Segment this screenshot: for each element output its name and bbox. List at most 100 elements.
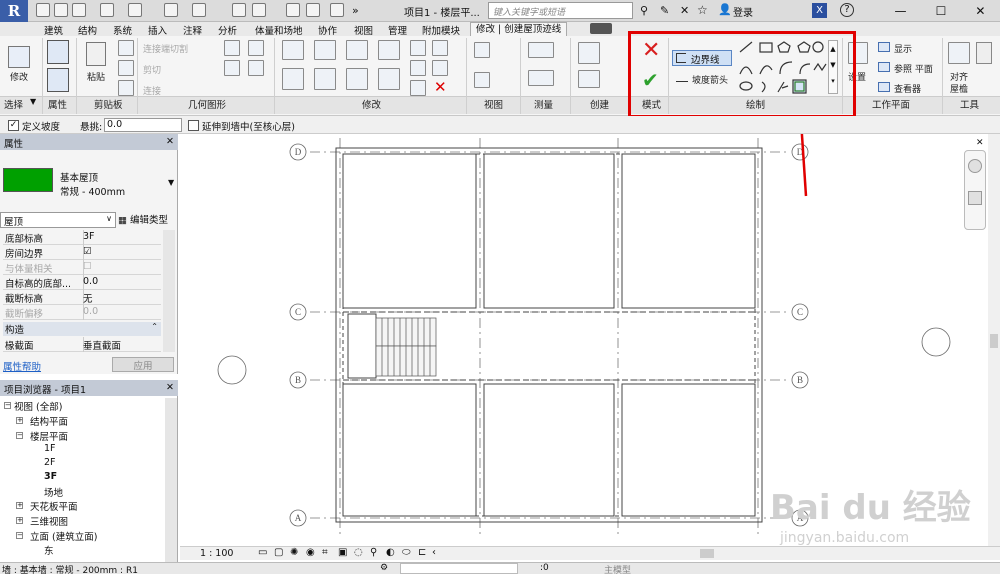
prop-row[interactable]: 截断标高无 <box>3 290 161 305</box>
overhang-input[interactable]: 0.0 <box>104 118 182 132</box>
mirror-draw-icon[interactable] <box>378 40 400 60</box>
tab-structure[interactable]: 结构 <box>78 23 97 37</box>
select-dropdown-icon[interactable]: ▼ <box>30 97 36 106</box>
close-view-icon[interactable]: ✕ <box>976 138 984 148</box>
join-geometry-button[interactable]: 连接 <box>143 84 161 97</box>
tab-insert[interactable]: 插入 <box>148 23 167 37</box>
save-icon[interactable] <box>54 3 68 17</box>
tab-analyze[interactable]: 分析 <box>218 23 237 37</box>
prop-row[interactable]: 椽截面 垂直截面 <box>3 337 161 352</box>
category-dropdown-icon[interactable]: ∨ <box>106 214 112 223</box>
tab-addins[interactable]: 附加模块 <box>422 23 460 37</box>
view-scale[interactable]: 1 : 100 <box>200 548 233 559</box>
3d-view-qa-icon[interactable] <box>252 3 266 17</box>
tree-elevations[interactable]: 立面 (建筑立面) <box>30 529 97 543</box>
properties-icon[interactable] <box>47 68 69 92</box>
reveal-hidden-icon[interactable]: ⚲ <box>370 547 377 558</box>
maximize-icon[interactable]: ☐ <box>936 4 947 18</box>
expand-toggle[interactable]: + <box>16 502 23 509</box>
modify-cursor-icon[interactable] <box>8 46 30 68</box>
collapse-icon[interactable]: ⌃ <box>151 322 158 331</box>
split-icon[interactable] <box>410 40 426 56</box>
dimension-icon[interactable] <box>528 70 554 86</box>
close-hidden-icon[interactable] <box>330 3 344 17</box>
align-tool-icon[interactable] <box>976 42 992 64</box>
unpin-icon[interactable] <box>432 60 448 76</box>
contextual-menu-icon[interactable] <box>590 23 612 34</box>
analytical-model-icon[interactable]: ◐ <box>386 547 395 558</box>
create-group-icon[interactable] <box>578 70 600 88</box>
constraints-icon[interactable]: ⊏ <box>418 547 426 558</box>
show-workplane-button[interactable]: 显示 <box>894 42 912 55</box>
define-slope-checkbox[interactable]: ✓ <box>8 120 19 131</box>
expand-toggle[interactable]: + <box>16 517 23 524</box>
ref-plane-button[interactable]: 参照 平面 <box>894 62 933 75</box>
pin-icon[interactable] <box>432 40 448 56</box>
tree-structural-plans[interactable]: 结构平面 <box>30 414 68 428</box>
worksets-icon[interactable]: ⚙ <box>380 563 388 573</box>
tab-annotate[interactable]: 注释 <box>183 23 202 37</box>
shadows-icon[interactable]: ◉ <box>306 547 315 558</box>
scroll-left-icon[interactable]: ‹ <box>432 547 436 558</box>
detail-level-icon[interactable]: ▭ <box>258 547 267 558</box>
canvas-vertical-scrollbar[interactable] <box>988 134 1000 546</box>
scale-icon[interactable] <box>410 80 426 96</box>
panel-select[interactable]: 选择 <box>4 97 23 111</box>
collapse-toggle[interactable]: − <box>16 432 23 439</box>
measure-qa-icon[interactable] <box>164 3 178 17</box>
type-properties-icon[interactable] <box>47 40 69 64</box>
cope-button[interactable]: 连接端切割 <box>143 42 188 55</box>
tree-floor-1f[interactable]: 1F <box>44 443 56 454</box>
hscroll-thumb[interactable] <box>700 549 714 558</box>
category-filter[interactable]: 屋顶 ∨ <box>0 212 116 228</box>
align-icon[interactable] <box>282 40 304 60</box>
tree-floor-plans[interactable]: 楼层平面 <box>30 429 68 443</box>
show-workplane-icon[interactable] <box>878 42 890 52</box>
demolish-icon[interactable] <box>248 40 264 56</box>
rotate-icon[interactable] <box>346 68 368 90</box>
prop-row[interactable]: 自标高的底部... 0.0 <box>3 275 161 290</box>
tab-modify-create-roof-footprint[interactable]: 修改 | 创建屋顶迹线 <box>470 22 568 36</box>
create-similar-icon[interactable] <box>578 42 600 64</box>
stair[interactable] <box>375 317 437 377</box>
tab-systems[interactable]: 系统 <box>113 23 132 37</box>
tree-site[interactable]: 场地 <box>44 485 63 499</box>
ref-plane-icon[interactable] <box>878 62 890 72</box>
offset-icon[interactable] <box>314 40 336 60</box>
prop-row[interactable]: 底部标高 3F <box>3 230 161 245</box>
help-icon[interactable]: ? <box>840 3 854 17</box>
browser-scrollbar[interactable] <box>165 398 177 562</box>
dimension-qa-icon[interactable] <box>192 3 206 17</box>
tab-massing-site[interactable]: 体量和场地 <box>255 23 303 37</box>
exchange-apps-icon[interactable]: X <box>812 3 827 18</box>
tab-view[interactable]: 视图 <box>354 23 373 37</box>
sync-icon[interactable] <box>72 3 86 17</box>
close-browser-icon[interactable]: ✕ <box>166 382 174 393</box>
paste-icon[interactable] <box>86 42 106 66</box>
communication-icon[interactable]: ✕ <box>680 4 689 17</box>
collapse-toggle[interactable]: − <box>16 532 23 539</box>
measure-icon[interactable] <box>528 42 554 58</box>
cut-icon[interactable] <box>118 40 134 56</box>
hide-view-icon[interactable] <box>474 42 490 58</box>
override-graphics-icon[interactable] <box>474 72 490 88</box>
array-icon[interactable] <box>410 60 426 76</box>
copy-icon[interactable] <box>118 60 134 76</box>
expand-toggle[interactable]: + <box>16 417 23 424</box>
tab-architecture[interactable]: 建筑 <box>44 23 63 37</box>
section-qa-icon[interactable] <box>286 3 300 17</box>
thin-lines-icon[interactable] <box>306 3 320 17</box>
paint-icon[interactable] <box>224 60 240 76</box>
highlight-displacement-icon[interactable]: ⬭ <box>402 547 411 558</box>
split-face-icon[interactable] <box>224 40 240 56</box>
cut-geometry-button[interactable]: 剪切 <box>143 63 161 76</box>
properties-scrollbar[interactable] <box>163 230 175 352</box>
delete-icon[interactable]: ✕ <box>434 80 447 95</box>
mirror-axis-icon[interactable] <box>346 40 368 60</box>
move-icon[interactable] <box>282 68 304 90</box>
copy-element-icon[interactable] <box>314 68 336 90</box>
scroll-thumb[interactable] <box>990 334 998 348</box>
undo-icon[interactable] <box>100 3 114 17</box>
collapse-toggle[interactable]: − <box>4 402 11 409</box>
temp-hide-icon[interactable]: ◌ <box>354 547 363 558</box>
